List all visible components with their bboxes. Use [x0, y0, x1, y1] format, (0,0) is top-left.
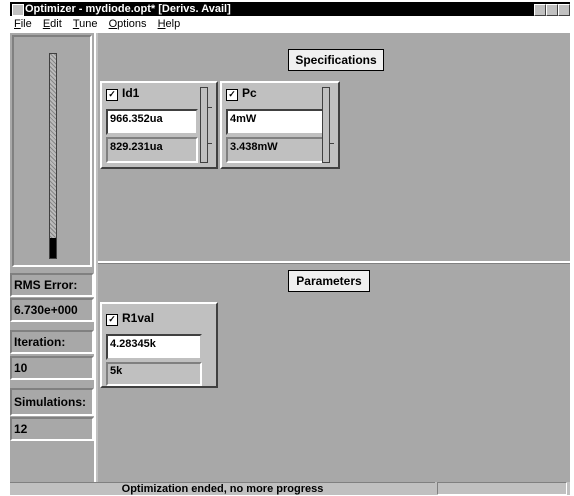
window-title: Optimizer - mydiode.opt* [Derivs. Avail]	[25, 3, 231, 15]
menu-options[interactable]: Options	[105, 16, 151, 33]
param-r1val-value-input[interactable]: 4.28345k	[106, 334, 202, 360]
spec-id1-target-input[interactable]: 966.352ua	[106, 109, 198, 135]
param-r1val-initial-value: 5k	[106, 362, 202, 386]
maximize-icon[interactable]	[546, 4, 558, 16]
menu-help[interactable]: Help	[154, 16, 185, 33]
rms-error-value: 6.730e+000	[10, 298, 94, 322]
spec-pc-current-value: 3.438mW	[226, 137, 326, 163]
specifications-title: Specifications	[288, 49, 384, 71]
menu-bar: File Edit Tune Options Help	[10, 16, 570, 33]
iteration-label: Iteration:	[10, 330, 94, 354]
spec-pc-checkbox[interactable]: ✓	[226, 89, 238, 101]
app-icon[interactable]	[12, 4, 24, 16]
menu-edit[interactable]: Edit	[39, 16, 66, 33]
param-r1val-checkbox[interactable]: ✓	[106, 314, 118, 326]
status-message: Optimization ended, no more progress	[10, 482, 435, 495]
spec-card-pc: ✓ Pc 4mW 3.438mW	[220, 81, 340, 169]
spec-pc-name: Pc	[242, 86, 257, 100]
spec-id1-slider-tick	[208, 107, 212, 108]
progress-fill	[50, 237, 56, 258]
spec-id1-slider[interactable]	[200, 87, 208, 163]
spec-id1-name: Id1	[122, 86, 140, 100]
progress-bar	[49, 53, 57, 259]
iteration-value: 10	[10, 356, 94, 380]
spec-pc-slider-tick	[330, 143, 334, 144]
spec-card-id1: ✓ Id1 966.352ua 829.231ua	[100, 81, 218, 169]
title-bar[interactable]: Optimizer - mydiode.opt* [Derivs. Avail]	[10, 2, 570, 16]
spec-id1-current-value: 829.231ua	[106, 137, 198, 163]
left-panel: RMS Error: 6.730e+000 Iteration: 10 Simu…	[10, 33, 96, 482]
rms-error-label: RMS Error:	[10, 273, 94, 297]
parameters-title: Parameters	[288, 270, 370, 292]
spec-id1-slider-tick	[208, 143, 212, 144]
simulations-label: Simulations:	[10, 388, 94, 416]
minimize-icon[interactable]	[534, 4, 546, 16]
spec-pc-target-input[interactable]: 4mW	[226, 109, 326, 135]
status-pane-secondary	[437, 482, 567, 495]
spec-id1-checkbox[interactable]: ✓	[106, 89, 118, 101]
progress-area	[12, 35, 92, 267]
param-r1val-name: R1val	[122, 311, 155, 325]
spec-pc-slider[interactable]	[322, 87, 330, 163]
close-icon[interactable]	[558, 4, 570, 16]
param-card-r1val: ✓ R1val 4.28345k 5k	[100, 302, 218, 388]
menu-file[interactable]: File	[10, 16, 36, 33]
simulations-value: 12	[10, 417, 94, 441]
specifications-pane: Specifications ✓ Id1 966.352ua 829.231ua…	[98, 33, 570, 261]
menu-tune[interactable]: Tune	[69, 16, 102, 33]
parameters-pane: Parameters ✓ R1val 4.28345k 5k	[98, 264, 570, 482]
